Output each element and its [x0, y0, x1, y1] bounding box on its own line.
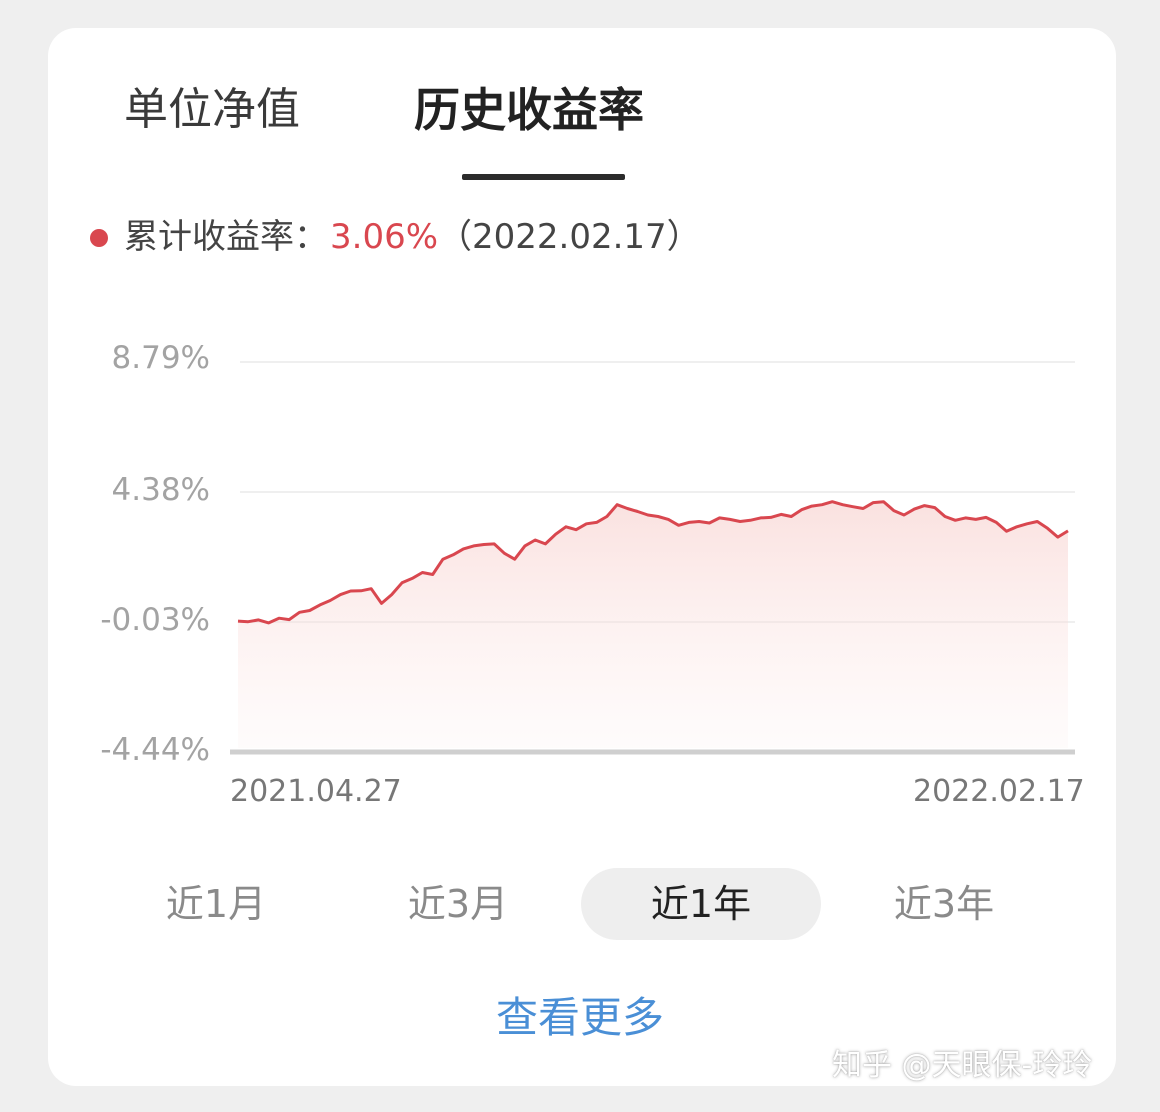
view-more-link[interactable]: 查看更多: [430, 984, 730, 1045]
range-button-1m[interactable]: 近1月: [96, 868, 336, 940]
x-tick-start: 2021.04.27: [230, 774, 402, 809]
x-tick-end: 2022.02.17: [913, 774, 1085, 809]
series-area: [238, 501, 1068, 748]
watermark: 知乎 @天眼保-玲玲: [832, 1048, 1093, 1083]
range-button-1y[interactable]: 近1年: [581, 868, 821, 940]
return-chart: [230, 361, 1075, 755]
range-button-3m[interactable]: 近3月: [338, 868, 578, 940]
range-button-3y[interactable]: 近3年: [824, 868, 1064, 940]
